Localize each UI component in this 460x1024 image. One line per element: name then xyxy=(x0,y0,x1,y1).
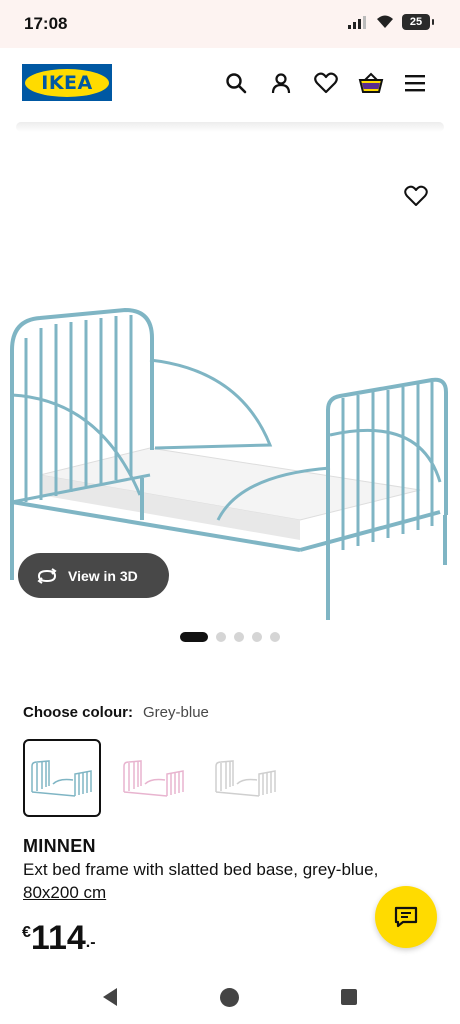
status-icons: 25 xyxy=(348,14,434,30)
header-divider xyxy=(16,122,444,132)
site-header: IKEA xyxy=(0,48,460,122)
view-in-3d-label: View in 3D xyxy=(68,567,138,584)
price-decimal: .- xyxy=(85,934,96,951)
system-nav-bar xyxy=(0,972,460,1024)
back-icon[interactable] xyxy=(101,987,119,1007)
signal-icon xyxy=(348,16,366,29)
ikea-logo[interactable]: IKEA xyxy=(22,64,112,101)
product-price: € 114 .- xyxy=(22,918,96,958)
colour-label: Choose colour: xyxy=(23,704,134,721)
menu-icon[interactable] xyxy=(402,70,428,96)
product-image[interactable] xyxy=(0,140,460,620)
colour-chooser: Choose colour: Grey-blue xyxy=(23,704,209,721)
gallery-dot[interactable] xyxy=(270,632,280,642)
heart-icon[interactable] xyxy=(313,70,339,96)
status-time: 17:08 xyxy=(24,14,68,33)
battery-indicator: 25 xyxy=(402,14,434,30)
profile-icon[interactable] xyxy=(268,70,294,96)
gallery-dot[interactable] xyxy=(234,632,244,642)
gallery-pagination xyxy=(180,632,280,642)
logo-text: IKEA xyxy=(41,71,93,94)
product-description-text: Ext bed frame with slatted bed base, gre… xyxy=(23,860,379,879)
wifi-icon xyxy=(377,15,393,28)
gallery-dot-active[interactable] xyxy=(180,632,208,642)
colour-value: Grey-blue xyxy=(143,704,209,721)
view-in-3d-button[interactable]: View in 3D xyxy=(18,553,169,598)
recent-apps-icon[interactable] xyxy=(341,989,357,1005)
search-icon[interactable] xyxy=(223,70,249,96)
status-bar: 17:08 25 xyxy=(0,0,460,48)
add-to-favourites-icon[interactable] xyxy=(404,185,430,211)
basket-icon[interactable] xyxy=(358,70,384,96)
home-icon[interactable] xyxy=(220,988,239,1007)
product-description: Ext bed frame with slatted bed base, gre… xyxy=(23,858,433,904)
chat-icon xyxy=(394,906,418,928)
colour-swatch-grey-blue[interactable] xyxy=(23,739,101,817)
gallery-dot[interactable] xyxy=(252,632,262,642)
price-currency: € xyxy=(22,924,31,941)
colour-swatch-white[interactable] xyxy=(207,739,285,817)
gallery-dot[interactable] xyxy=(216,632,226,642)
colour-swatches xyxy=(23,739,285,817)
rotate-3d-icon xyxy=(37,567,57,584)
colour-swatch-pink[interactable] xyxy=(115,739,193,817)
product-size-link[interactable]: 80x200 cm xyxy=(23,883,106,902)
chat-button[interactable] xyxy=(375,886,437,948)
price-integer: 114 xyxy=(30,919,86,957)
product-name: MINNEN xyxy=(23,836,96,856)
